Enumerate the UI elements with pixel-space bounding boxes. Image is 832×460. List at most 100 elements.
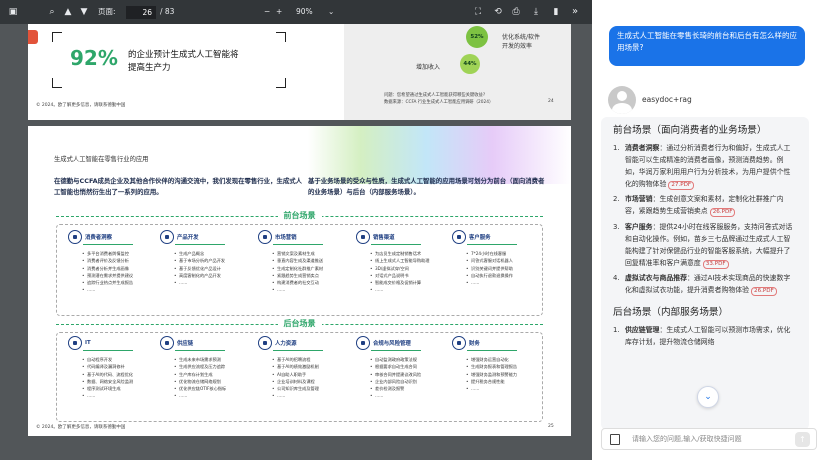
column-title: 合规与风险管理 [373,341,411,347]
list-item: …… [466,279,513,287]
item-title: 虚拟试衣与商品推荐 [625,273,688,282]
column-header: 客户服务 [452,230,513,244]
answer-item: 4. 虚拟试衣与商品推荐：通过AI技术实现商品的快速数字化和虚拟试衣功能，提升消费… [613,272,797,297]
list-item: 线上生成式人工智能导购助理 [370,257,429,265]
arrow-up-icon[interactable]: ▲ [62,0,74,24]
page-total: / 83 [160,7,175,16]
page-footer: © 2024。欧了解更多信息，请联系德勤中国 [36,103,126,108]
list-item: 消费者分析并生成画像 [82,265,133,273]
list-item: 识别关键词并提供帮助 [466,265,513,273]
front-column: 产品开发生成产品概念基于市场分析的产品开发基于反馈优化产品设计高度客制化的产品开… [160,230,225,287]
source-ref-tag[interactable]: 26.PDF [751,287,777,297]
arrow-down-icon[interactable]: ▼ [78,0,90,24]
list-item: 基于市场分析的产品开发 [174,257,225,265]
column-title: 消费者洞察 [85,235,112,241]
item-list: 7*24小时在线客服问答式客服对话机器人识别关键词并提供帮助自动执行退款退换操作… [466,250,513,287]
list-item: 紧跟趋势生成营销卖点 [272,272,323,280]
page-number: 24 [548,99,554,104]
column-header: 供应链 [160,336,226,350]
fit-page-icon[interactable]: ⛶ [472,0,484,24]
divider [371,244,421,245]
sidebar-toggle-icon[interactable]: ▣ [6,0,20,24]
divider [175,350,225,351]
intro-left: 在德勤与CCFA成员企业及其他合作伙伴的沟通交流中，我们发现在零售行业，生成式人… [54,177,303,196]
frame-corner [276,32,286,42]
list-item: 代码编译及漏洞修补 [82,363,133,371]
category-icon [452,336,466,350]
list-item: 为店员生成定制销售话术 [370,250,429,258]
list-item: 追踪行业热点并生成报告 [82,279,133,287]
list-item: 根据要求自动生成合同 [370,363,421,371]
zoom-out-button[interactable]: − [264,0,270,24]
list-item: 生成未来市场需求预测 [174,356,226,364]
column-header: 消费者洞察 [68,230,133,244]
divider [371,350,421,351]
chat-input-bar[interactable]: 请输入您的问题,输入/获取快捷问题 ↑ [601,428,817,450]
source-note: 数据来源：CCFA 行业生成式人工智能应用调研（2024） [384,100,494,105]
download-icon[interactable]: ⤓ [530,0,542,24]
list-item: 生成定制化社群推广素材 [272,265,323,273]
rotate-icon[interactable]: ⟲ [492,0,504,24]
column-title: IT [85,340,91,346]
back-column: 供应链生成未来市场需求预测生成供应流程及压力追踪生产库存计划生成优化物流仓储网络… [160,336,226,400]
item-list: 增强财务运营自动化生成财务报表和管理报告增强财务监测和预警能力提升税务合规性能…… [466,356,517,393]
list-item: 差价检测及报警 [370,385,421,393]
list-item: 7*24小时在线客服 [466,250,513,258]
scroll-down-icon[interactable]: ⌄ [697,386,719,408]
divider [83,244,133,245]
column-header: 人力资源 [258,336,319,350]
list-item: 企业培训材料及课程 [272,378,319,386]
more-tools-button[interactable]: » [572,0,578,24]
list-item: 基于AI的招聘流程 [272,356,319,364]
list-item: 消费者评价及反馈分析 [82,257,133,265]
divider [83,350,133,351]
list-item: 程序测试环境生成 [82,385,133,393]
category-icon [258,230,272,244]
front-column: 销售渠道为店员生成定制销售话术线上生成式人工智能导购助理3D/虚拟试穿/空间对话… [356,230,429,294]
bookmark-icon[interactable]: ▮ [550,0,562,24]
frame-corner [276,78,286,88]
item-list: 营销文案及素材生成垂直内容生成及渠道推送生成定制化社群推广素材紧跟趋势生成营销卖… [272,250,323,294]
new-chat-icon[interactable] [610,434,620,445]
item-number: 4. [613,273,620,282]
send-button[interactable]: ↑ [795,432,810,447]
source-question: 问题：您希望通过生成式人工智能获得哪些关键收益? [384,93,486,98]
search-icon[interactable]: ⌕ [46,0,58,24]
list-item: AI自助人职助手 [272,371,319,379]
list-item: 生产库存计划生成 [174,371,226,379]
list-item: 对话式产品说明书 [370,272,429,280]
item-title: 客户服务 [625,222,653,231]
category-icon [452,230,466,244]
list-item: 多平台消费者舆情监控 [82,250,133,258]
item-list: 生成产品概念基于市场分析的产品开发基于反馈优化产品设计高度客制化的产品开发…… [174,250,225,287]
item-list: 基于AI的招聘流程基于AI的绩效激励机制AI自助人职助手企业培训材料及课程公司知… [272,356,319,400]
list-item: 企业内部风险自动识别 [370,378,421,386]
category-icon [160,230,174,244]
column-header: IT [68,336,133,350]
zoom-in-button[interactable]: + [276,0,282,24]
divider [175,244,225,245]
print-icon[interactable]: ⎙ [510,0,522,24]
stat-desc-1: 的企业预计生成式人工智能将 [128,50,239,60]
column-title: 客户服务 [469,235,491,241]
source-ref-tag[interactable]: 27.PDF [668,181,695,191]
list-item: 自动程序开发 [82,356,133,364]
answer-item: 3. 客户服务：提供24小时在线客服服务，支持问答式对话和自动化操作。例如，苗乡三… [613,221,797,269]
column-title: 产品开发 [177,235,199,241]
column-header: 销售渠道 [356,230,429,244]
avatar [608,86,636,114]
list-item: 生成产品概念 [174,250,225,258]
zoom-level[interactable]: 90% [296,0,313,24]
list-item: 营销文案及素材生成 [272,250,323,258]
pdf-viewer[interactable]: ▣ ⌕ ▲ ▼ 页面: / 83 − + 90% ⌄ ⛶ ⟲ ⎙ ⤓ ▮ » 9… [0,0,592,460]
source-ref-tag[interactable]: 26.PDF [709,208,736,218]
zoom-dropdown-icon[interactable]: ⌄ [328,0,334,24]
list-item: 优化供应链OTIF核心指标 [174,385,226,393]
list-item: …… [174,279,225,287]
source-ref-tag[interactable]: 33.PDF [702,259,729,269]
back-column: 合规与风险管理自动监测政府政策法规根据要求自动生成合同审核合同并提建议改风险企业… [356,336,421,400]
list-item: …… [82,392,133,400]
chat-input[interactable]: 请输入您的问题,输入/获取快捷问题 [632,434,742,444]
page-number-input[interactable] [126,6,156,19]
frame-corner [52,78,62,88]
